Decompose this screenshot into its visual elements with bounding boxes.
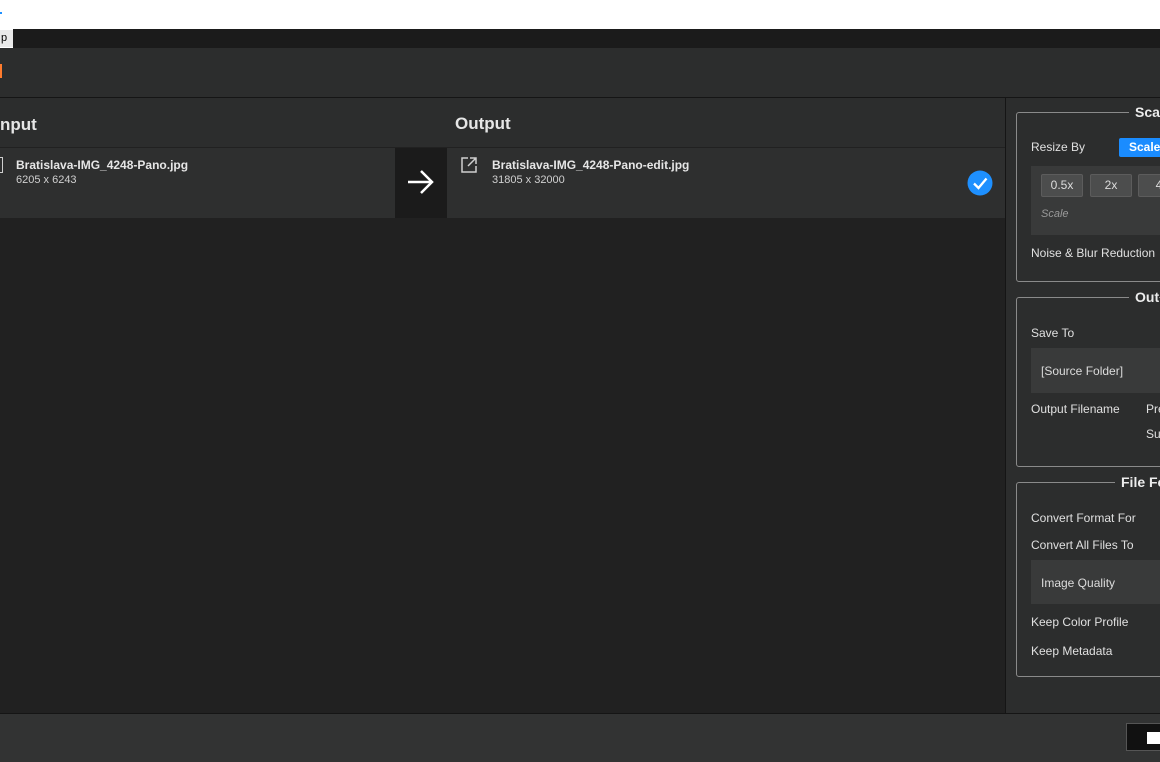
- output-group-title: Out: [1129, 289, 1160, 305]
- scale-options-box: 0.5x 2x 4 Scale: [1031, 166, 1160, 235]
- prefix-label: Pre: [1146, 402, 1160, 416]
- top-strip: [0, 0, 1160, 29]
- image-quality-field[interactable]: Image Quality: [1031, 560, 1160, 604]
- keep-metadata-label: Keep Metadata: [1031, 644, 1113, 658]
- save-to-label: Save To: [1031, 326, 1075, 340]
- arrow-right-icon: [408, 170, 434, 194]
- file-format-group: File Fo Convert Format For Convert All F…: [1016, 474, 1160, 677]
- scale-group-title: Sca: [1129, 104, 1160, 120]
- output-group: Out Save To [Source Folder] Output Filen…: [1016, 289, 1160, 467]
- input-filename: Bratislava-IMG_4248-Pano.jpg: [16, 158, 189, 172]
- toolbar: [0, 48, 1160, 98]
- input-dimensions: 6205 x 6243: [16, 174, 77, 186]
- scale-chip-0.5x[interactable]: 0.5x: [1041, 174, 1083, 197]
- noise-blur-label: Noise & Blur Reduction: [1031, 246, 1156, 260]
- open-external-icon[interactable]: [460, 156, 478, 179]
- convert-format-for-label: Convert Format For: [1031, 511, 1136, 525]
- arrow-cell: [395, 148, 447, 218]
- scale-chip-4x[interactable]: 4: [1138, 174, 1160, 197]
- output-filename-label: Output Filename: [1031, 402, 1120, 416]
- suffix-label: Suf: [1146, 427, 1160, 441]
- save-to-value: [Source Folder]: [1041, 364, 1124, 378]
- convert-all-files-label: Convert All Files To: [1031, 538, 1134, 552]
- blue-marker: [0, 12, 2, 14]
- start-button-icon: [1147, 732, 1160, 744]
- output-column-title: Output: [455, 114, 511, 133]
- output-filename: Bratislava-IMG_4248-Pano-edit.jpg: [492, 158, 690, 172]
- check-icon: [967, 170, 993, 201]
- title-bar: [13, 29, 1160, 48]
- scale-group: Sca Resize By Scale 0.5x 2x 4 Scale Nois…: [1016, 104, 1160, 282]
- image-quality-label: Image Quality: [1041, 576, 1116, 590]
- toolbar-accent: [0, 64, 2, 78]
- save-to-field[interactable]: [Source Folder]: [1031, 348, 1160, 393]
- output-dimensions: 31805 x 32000: [492, 174, 565, 186]
- bottom-bar: [0, 713, 1160, 762]
- file-format-group-title: File Fo: [1115, 474, 1160, 490]
- scale-input[interactable]: Scale: [1041, 208, 1069, 220]
- menu-tab[interactable]: p: [0, 30, 14, 47]
- file-icon: [0, 157, 3, 173]
- scale-chip-2x[interactable]: 2x: [1090, 174, 1132, 197]
- scale-mode-button[interactable]: Scale: [1119, 138, 1160, 157]
- input-column-title: nput: [0, 115, 37, 134]
- resize-by-label: Resize By: [1031, 140, 1086, 154]
- keep-color-profile-label: Keep Color Profile: [1031, 615, 1129, 629]
